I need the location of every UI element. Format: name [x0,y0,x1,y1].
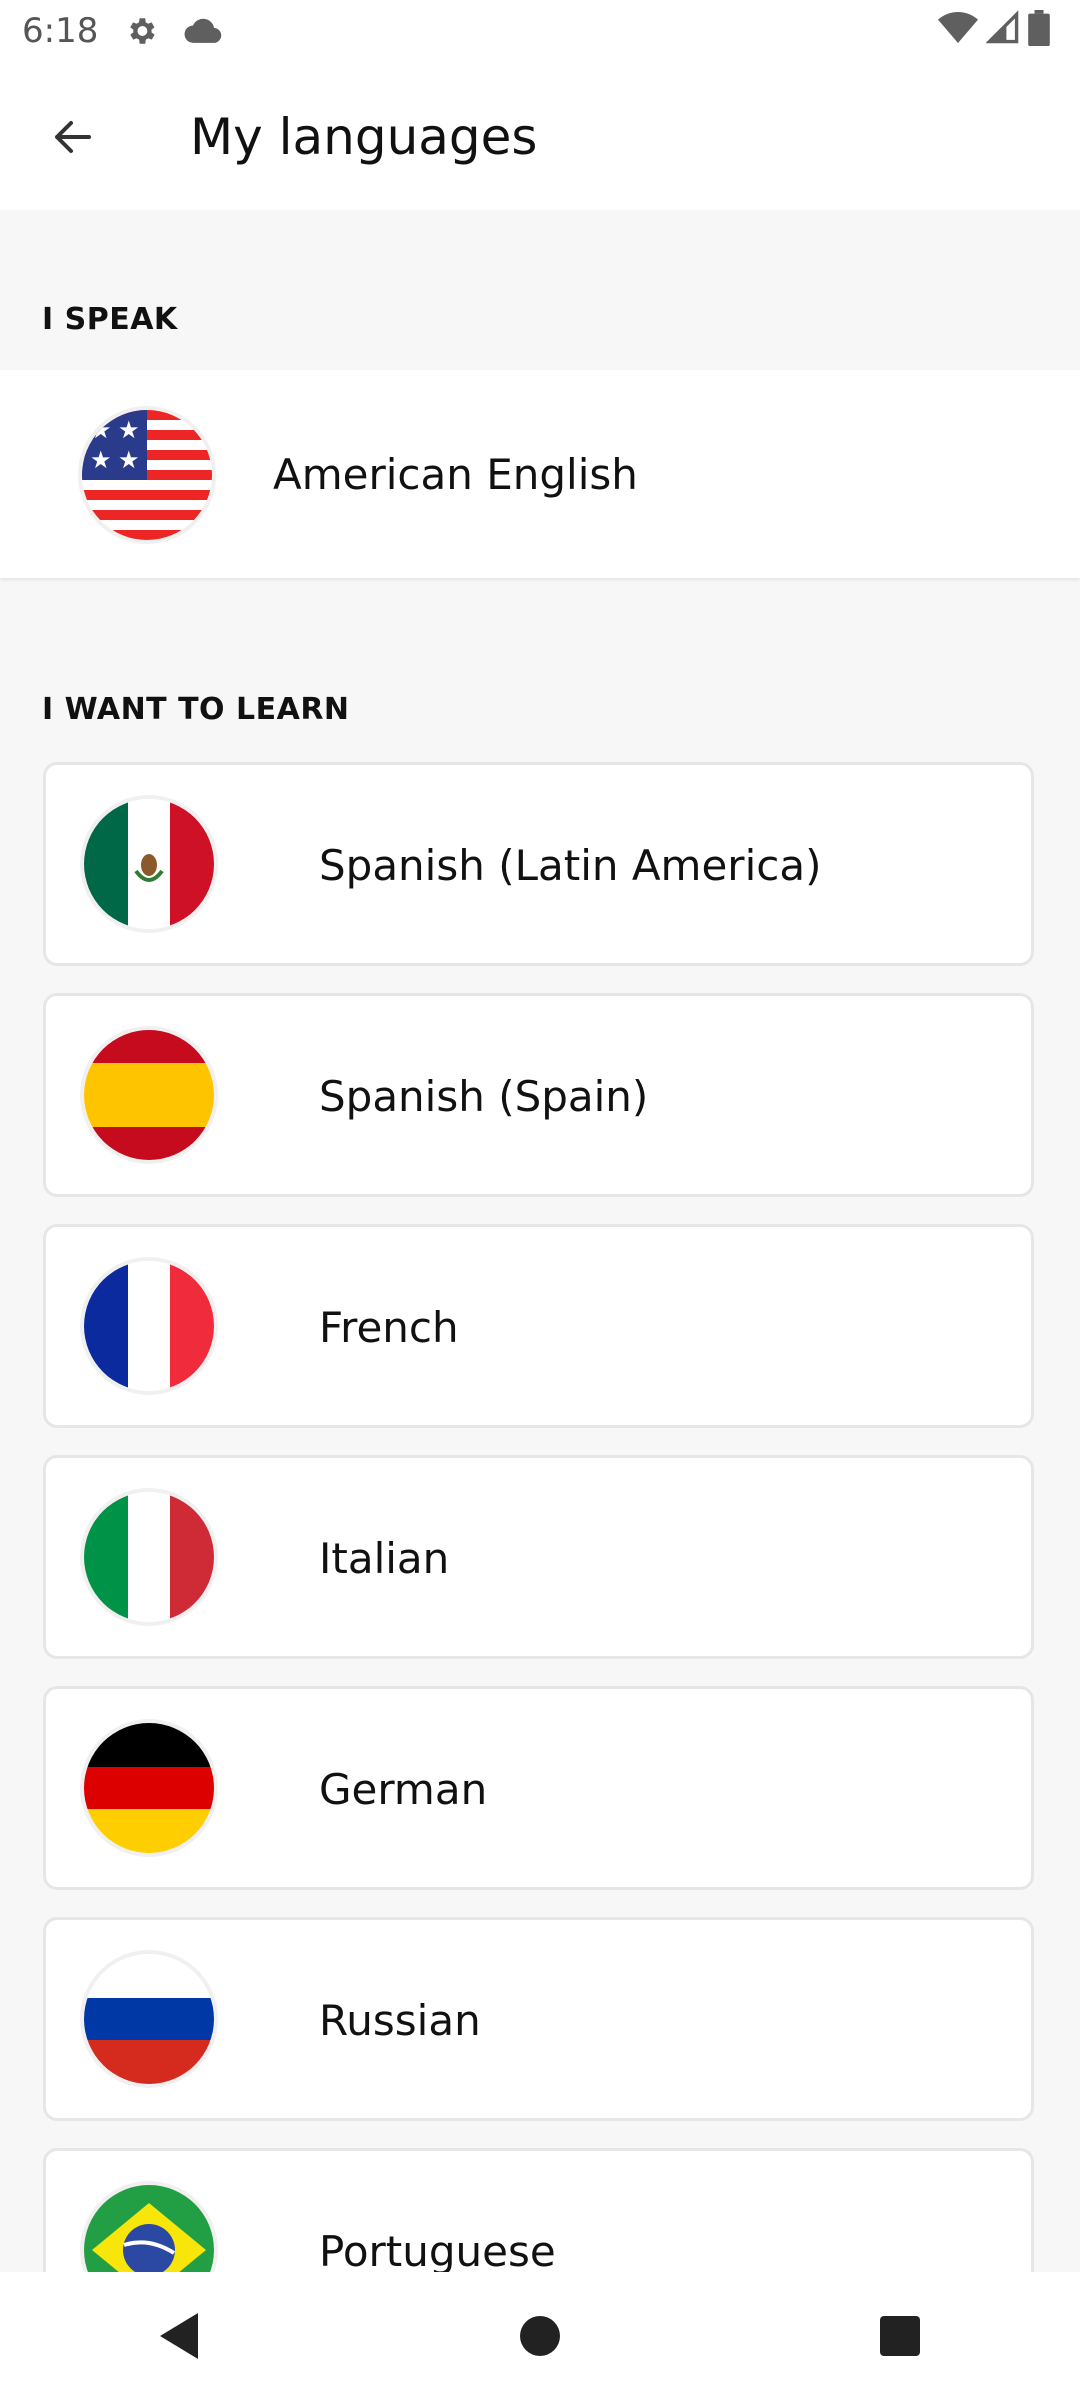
usa-flag-icon: ★ ★ ★ ★ [82,410,212,540]
language-name: Spanish (Spain) [319,1072,649,1121]
back-triangle-icon [160,2313,198,2359]
svg-text:★: ★ [90,446,112,474]
speak-language-row[interactable]: ★ ★ ★ ★ American English [0,370,1080,578]
nav-home-button[interactable] [500,2296,580,2376]
learn-language-card[interactable]: French [43,1224,1034,1428]
section-label-learn: I WANT TO LEARN [42,692,350,727]
battery-icon [1028,10,1050,55]
russia-flag-icon [84,1954,214,2084]
signal-icon [985,10,1020,55]
wifi-icon [938,10,978,55]
language-name: Spanish (Latin America) [319,841,822,890]
section-label-speak: I SPEAK [42,302,178,337]
learn-language-card[interactable]: Spanish (Latin America) [43,762,1034,966]
svg-text:★: ★ [90,416,112,444]
france-flag-icon [84,1261,214,1391]
gear-icon [124,14,158,48]
back-button[interactable] [38,102,108,172]
germany-flag-icon [84,1723,214,1853]
cloud-icon [184,16,222,46]
svg-text:★: ★ [118,446,140,474]
status-bar: 6:18 [0,0,1080,62]
learn-language-card[interactable]: German [43,1686,1034,1890]
language-name: Portuguese [319,2227,556,2276]
recents-square-icon [880,2316,920,2356]
language-name: American English [273,450,638,499]
spain-flag-icon [84,1030,214,1160]
language-name: Italian [319,1534,450,1583]
nav-recents-button[interactable] [860,2296,940,2376]
learn-language-card[interactable]: Spanish (Spain) [43,993,1034,1197]
home-circle-icon [520,2316,560,2356]
nav-back-button[interactable] [140,2296,220,2376]
language-name: French [319,1303,459,1352]
system-nav-bar [0,2272,1080,2400]
arrow-left-icon [55,121,91,153]
learn-language-card[interactable]: Italian [43,1455,1034,1659]
language-name: Russian [319,1996,481,2045]
svg-text:★: ★ [118,416,140,444]
language-name: German [319,1765,488,1814]
italy-flag-icon [84,1492,214,1622]
mexico-flag-icon [84,799,214,929]
status-time: 6:18 [22,11,99,51]
learn-language-card[interactable]: Russian [43,1917,1034,2121]
app-bar: My languages [0,62,1080,210]
page-title: My languages [190,108,538,166]
